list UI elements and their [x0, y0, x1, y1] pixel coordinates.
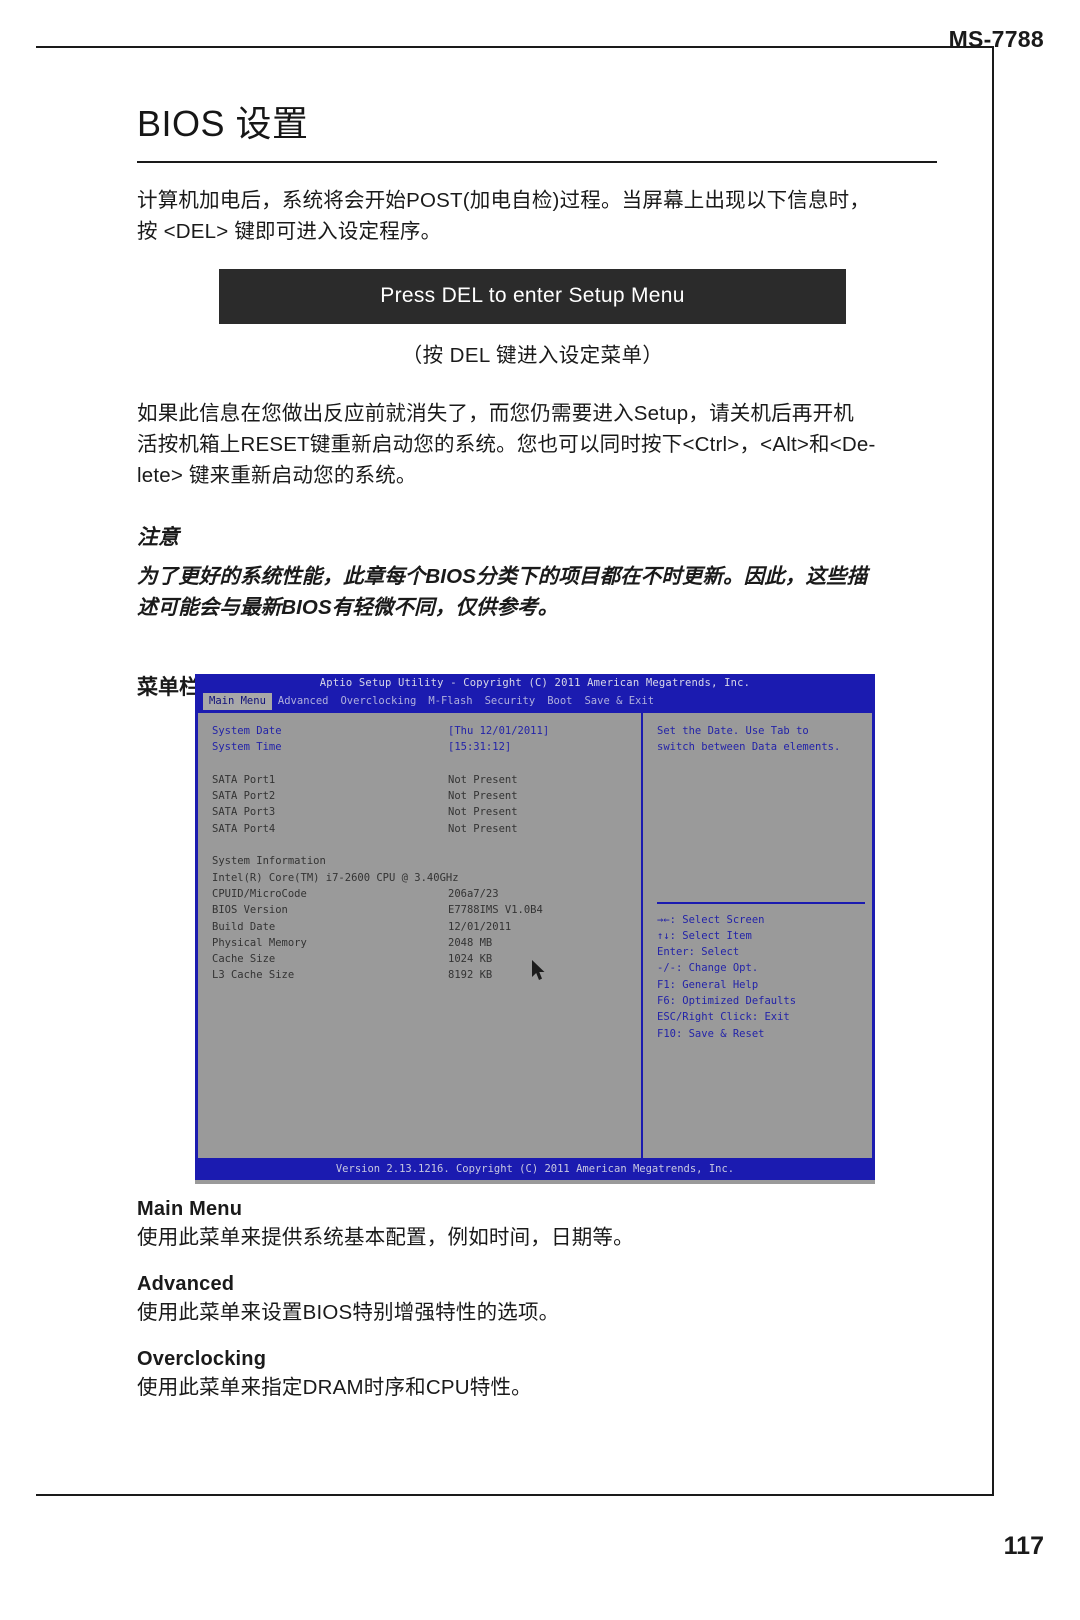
bios-spacer-2 — [212, 837, 641, 853]
note-heading: 注意 — [137, 526, 179, 549]
bios-tab-boot[interactable]: Boot — [541, 693, 578, 710]
bios-key-change-opt: -/-: Change Opt. — [657, 962, 759, 975]
bios-value-bios-version: E7788IMS V1.0B4 — [448, 904, 543, 917]
bios-row-system-time[interactable]: System Time [15:31:12] — [212, 739, 641, 755]
bios-key-general-help: F1: General Help — [657, 978, 759, 991]
title-divider — [137, 161, 937, 163]
bios-label-sata-port2: SATA Port2 — [212, 790, 276, 803]
menu-entry-main-menu: Main Menu 使用此菜单来提供系统基本配置，例如时间，日期等。 — [137, 1198, 937, 1253]
bios-setup-screenshot: Aptio Setup Utility - Copyright (C) 2011… — [195, 674, 875, 1184]
page-title: BIOS 设置 — [137, 103, 309, 144]
bios-value-sata-port1: Not Present — [448, 773, 518, 786]
bios-value-cpuid-microcode: 206a7/23 — [448, 887, 499, 900]
bios-row-cpuid-microcode: CPUID/MicroCode 206a7/23 — [212, 886, 641, 902]
bios-label-cpuid-microcode: CPUID/MicroCode — [212, 887, 307, 900]
bios-label-system-date: System Date — [212, 725, 282, 737]
bios-tab-security[interactable]: Security — [479, 693, 542, 710]
bios-label-sata-port4: SATA Port4 — [212, 822, 276, 835]
post-message-caption: （按 DEL 键进入设定菜单） — [401, 344, 664, 367]
bios-row-l3-cache-size: L3 Cache Size 8192 KB — [212, 967, 641, 983]
bios-key-select-item: ↑↓: Select Item — [657, 929, 752, 942]
menu-descriptions: Main Menu 使用此菜单来提供系统基本配置，例如时间，日期等。 Advan… — [137, 1198, 937, 1423]
bios-row-sata-port4[interactable]: SATA Port4 Not Present — [212, 821, 641, 837]
bios-row-sata-port1[interactable]: SATA Port1 Not Present — [212, 772, 641, 788]
bios-row-bios-version: BIOS Version E7788IMS V1.0B4 — [212, 902, 641, 918]
bios-titlebar: Aptio Setup Utility - Copyright (C) 2011… — [195, 674, 875, 693]
reboot-line-2: 活按机箱上RESET键重新启动您的系统。您也可以同时按下<Ctrl>，<Alt>… — [137, 433, 876, 456]
menu-entry-name-advanced: Advanced — [137, 1273, 235, 1295]
bios-label-sata-port3: SATA Port3 — [212, 806, 276, 819]
note-body: 为了更好的系统性能，此章每个BIOS分类下的项目都在不时更新。因此，这些描 述可… — [137, 561, 937, 623]
reboot-paragraph: 如果此信息在您做出反应前就消失了，而您仍需要进入Setup，请关机后再开机 活按… — [137, 398, 937, 491]
bios-label-build-date: Build Date — [212, 920, 276, 933]
bios-row-physical-memory: Physical Memory 2048 MB — [212, 935, 641, 951]
bios-row-system-date[interactable]: System Date [Thu 12/01/2011] — [212, 723, 641, 739]
bios-key-select-screen: →←: Select Screen — [657, 913, 765, 926]
page-number: 117 — [1003, 1532, 1044, 1560]
bios-value-physical-memory: 2048 MB — [448, 936, 493, 949]
reboot-line-1: 如果此信息在您做出反应前就消失了，而您仍需要进入Setup，请关机后再开机 — [137, 402, 854, 425]
bios-tab-advanced[interactable]: Advanced — [272, 693, 335, 710]
note-line-2: 述可能会与最新BIOS有轻微不同，仅供参考。 — [137, 596, 559, 619]
bios-key-exit: ESC/Right Click: Exit — [657, 1011, 790, 1024]
menu-entry-desc-overclocking: 使用此菜单来指定DRAM时序和CPU特性。 — [137, 1376, 532, 1399]
menu-entry-desc-main-menu: 使用此菜单来提供系统基本配置，例如时间，日期等。 — [137, 1226, 634, 1249]
bios-row-cache-size: Cache Size 1024 KB — [212, 951, 641, 967]
bios-tab-main-menu[interactable]: Main Menu — [203, 693, 272, 710]
bios-help-line-2: switch between Data elements. — [657, 741, 841, 754]
bios-value-sata-port4: Not Present — [448, 822, 518, 835]
bios-system-information-heading: System Information — [212, 855, 326, 868]
bios-value-cache-size: 1024 KB — [448, 953, 493, 966]
bios-tab-save-exit[interactable]: Save & Exit — [578, 693, 660, 710]
bios-key-save-reset: F10: Save & Reset — [657, 1027, 765, 1040]
bios-settings-pane: System Date [Thu 12/01/2011] System Time… — [198, 713, 643, 1158]
note-line-1: 为了更好的系统性能，此章每个BIOS分类下的项目都在不时更新。因此，这些描 — [137, 565, 868, 588]
bios-row-sata-port3[interactable]: SATA Port3 Not Present — [212, 804, 641, 820]
bios-row-build-date: Build Date 12/01/2011 — [212, 919, 641, 935]
menu-entry-advanced: Advanced 使用此菜单来设置BIOS特别增强特性的选项。 — [137, 1273, 937, 1328]
menu-entry-name-overclocking: Overclocking — [137, 1348, 267, 1370]
bios-footer-version: Version 2.13.1216. Copyright (C) 2011 Am… — [195, 1158, 875, 1180]
bios-menu-bar[interactable]: Main Menu Advanced Overclocking M-Flash Secu… — [195, 693, 875, 710]
bios-value-build-date: 12/01/2011 — [448, 920, 512, 933]
document-content: BIOS 设置 计算机加电后，系统将会开始POST(加电自检)过程。当屏幕上出现… — [137, 95, 937, 701]
post-message-banner: Press DEL to enter Setup Menu — [219, 269, 846, 324]
bios-help-line-1: Set the Date. Use Tab to — [657, 725, 809, 737]
bios-body: System Date [Thu 12/01/2011] System Time… — [195, 710, 875, 1158]
menu-entry-name-main-menu: Main Menu — [137, 1198, 243, 1220]
bios-value-sata-port3: Not Present — [448, 806, 518, 819]
bios-label-sata-port1: SATA Port1 — [212, 773, 276, 786]
bios-label-system-time: System Time — [212, 741, 282, 754]
bios-key-enter-select: Enter: Select — [657, 946, 740, 959]
bios-help-divider — [657, 901, 865, 904]
intro-line-2: 按 <DEL> 键即可进入设定程序。 — [137, 220, 442, 243]
menu-entry-overclocking: Overclocking 使用此菜单来指定DRAM时序和CPU特性。 — [137, 1348, 937, 1403]
bios-value-l3-cache-size: 8192 KB — [448, 969, 493, 982]
bios-tab-overclocking[interactable]: Overclocking — [334, 693, 422, 710]
reboot-line-3: lete> 键来重新启动您的系统。 — [137, 464, 417, 487]
bios-label-cache-size: Cache Size — [212, 953, 276, 966]
bios-label-physical-memory: Physical Memory — [212, 936, 307, 949]
intro-line-1: 计算机加电后，系统将会开始POST(加电自检)过程。当屏幕上出现以下信息时， — [137, 189, 871, 212]
bios-tab-m-flash[interactable]: M-Flash — [422, 693, 478, 710]
bios-value-system-date[interactable]: [Thu 12/01/2011] — [448, 723, 549, 739]
bios-label-bios-version: BIOS Version — [212, 904, 288, 917]
intro-paragraph: 计算机加电后，系统将会开始POST(加电自检)过程。当屏幕上出现以下信息时， 按… — [137, 185, 937, 247]
bios-help-pane: Set the Date. Use Tab to switch between … — [645, 713, 872, 1158]
bios-cpu-model: Intel(R) Core(TM) i7-2600 CPU @ 3.40GHz — [212, 871, 459, 884]
bios-value-system-time[interactable]: [15:31:12] — [448, 739, 511, 755]
bios-spacer-1 — [212, 756, 641, 772]
bios-label-l3-cache-size: L3 Cache Size — [212, 969, 295, 982]
bios-key-optimized-defaults: F6: Optimized Defaults — [657, 995, 797, 1008]
menu-entry-desc-advanced: 使用此菜单来设置BIOS特别增强特性的选项。 — [137, 1301, 560, 1324]
bios-value-sata-port2: Not Present — [448, 790, 518, 803]
bios-row-sata-port2[interactable]: SATA Port2 Not Present — [212, 788, 641, 804]
